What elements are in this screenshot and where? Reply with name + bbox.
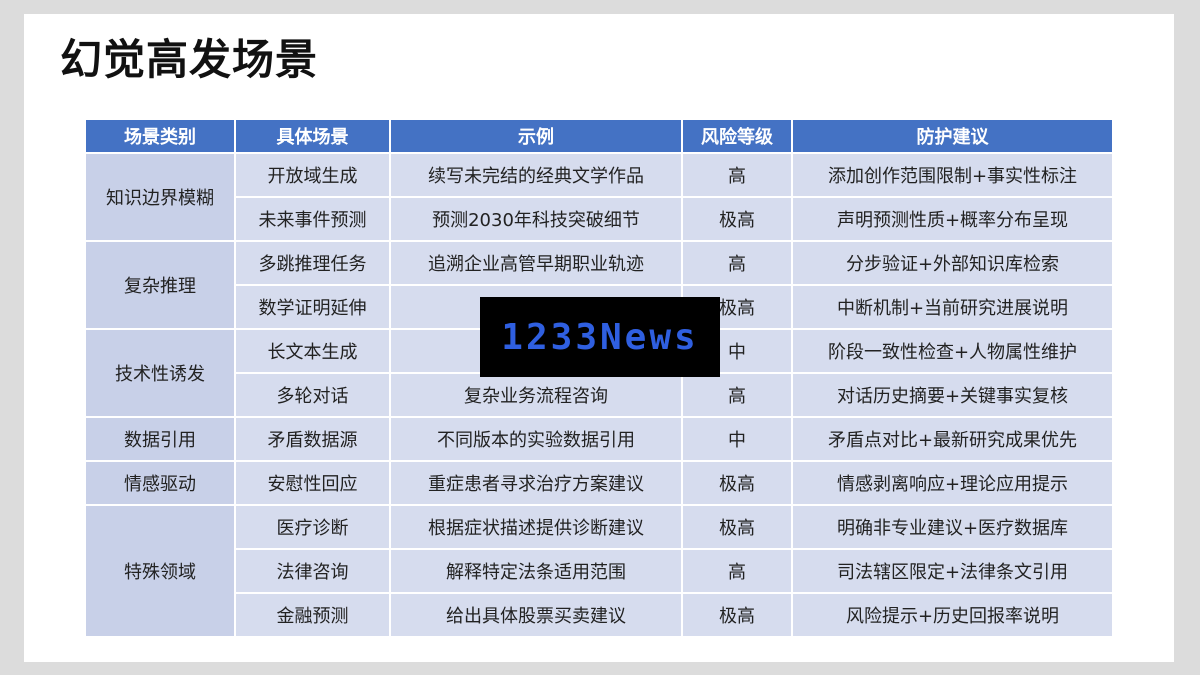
scene-cell: 法律咨询 <box>234 548 391 594</box>
scene-cell: 未来事件预测 <box>234 196 391 242</box>
example-cell: 根据症状描述提供诊断建议 <box>389 504 683 550</box>
hallucination-scenario-table: 场景类别 具体场景 示例 风险等级 防护建议 知识边界模糊 开放域生成 续写未完… <box>84 118 1114 638</box>
example-cell: 重症患者寻求治疗方案建议 <box>389 460 683 506</box>
page-title: 幻觉高发场景 <box>60 35 319 84</box>
advice-cell: 情感剥离响应+理论应用提示 <box>791 460 1114 506</box>
category-cell: 知识边界模糊 <box>84 152 236 242</box>
scene-cell: 数学证明延伸 <box>234 284 391 330</box>
category-cell: 技术性诱发 <box>84 328 236 418</box>
risk-cell: 极高 <box>681 460 793 506</box>
table-header-row: 场景类别 具体场景 示例 风险等级 防护建议 <box>84 118 1114 154</box>
table-row: 未来事件预测 预测2030年科技突破细节 极高 声明预测性质+概率分布呈现 <box>85 196 1114 242</box>
table-row: 复杂推理 多跳推理任务 追溯企业高管早期职业轨迹 高 分步验证+外部知识库检索 <box>84 240 1114 330</box>
table-row: 多轮对话 复杂业务流程咨询 高 对话历史摘要+关键事实复核 <box>85 372 1114 418</box>
category-cell: 情感驱动 <box>84 460 236 506</box>
scene-cell: 安慰性回应 <box>234 460 391 506</box>
advice-cell: 中断机制+当前研究进展说明 <box>791 284 1114 330</box>
header-scene: 具体场景 <box>234 118 391 154</box>
scene-cell: 医疗诊断 <box>234 504 391 550</box>
risk-cell: 高 <box>681 548 793 594</box>
advice-cell: 对话历史摘要+关键事实复核 <box>791 372 1114 418</box>
scene-cell: 矛盾数据源 <box>234 416 391 462</box>
watermark-logo: 1233News <box>480 297 720 377</box>
table-row: 知识边界模糊 开放域生成 续写未完结的经典文学作品 高 添加创作范围限制+事实性… <box>84 152 1114 242</box>
example-cell: 预测2030年科技突破细节 <box>389 196 683 242</box>
example-cell: 不同版本的实验数据引用 <box>389 416 683 462</box>
advice-cell: 添加创作范围限制+事实性标注 <box>791 152 1114 198</box>
risk-cell: 高 <box>681 240 793 286</box>
example-cell: 追溯企业高管早期职业轨迹 <box>389 240 683 286</box>
header-example: 示例 <box>389 118 683 154</box>
advice-cell: 明确非专业建议+医疗数据库 <box>791 504 1114 550</box>
risk-cell: 极高 <box>681 504 793 550</box>
table-row: 法律咨询 解释特定法条适用范围 高 司法辖区限定+法律条文引用 <box>85 548 1114 594</box>
table-row: 数据引用 矛盾数据源 不同版本的实验数据引用 中 矛盾点对比+最新研究成果优先 <box>84 416 1114 462</box>
risk-cell: 中 <box>681 416 793 462</box>
header-advice: 防护建议 <box>791 118 1114 154</box>
example-cell: 续写未完结的经典文学作品 <box>389 152 683 198</box>
advice-cell: 阶段一致性检查+人物属性维护 <box>791 328 1114 374</box>
advice-cell: 分步验证+外部知识库检索 <box>791 240 1114 286</box>
table-row: 特殊领域 医疗诊断 根据症状描述提供诊断建议 极高 明确非专业建议+医疗数据库 <box>84 504 1114 638</box>
example-cell: 给出具体股票买卖建议 <box>389 592 683 638</box>
advice-cell: 司法辖区限定+法律条文引用 <box>791 548 1114 594</box>
header-category: 场景类别 <box>84 118 236 154</box>
risk-cell: 极高 <box>681 592 793 638</box>
scene-cell: 长文本生成 <box>234 328 391 374</box>
table-row: 情感驱动 安慰性回应 重症患者寻求治疗方案建议 极高 情感剥离响应+理论应用提示 <box>84 460 1114 506</box>
advice-cell: 矛盾点对比+最新研究成果优先 <box>791 416 1114 462</box>
advice-cell: 声明预测性质+概率分布呈现 <box>791 196 1114 242</box>
scene-cell: 开放域生成 <box>234 152 391 198</box>
advice-cell: 风险提示+历史回报率说明 <box>791 592 1114 638</box>
header-risk: 风险等级 <box>681 118 793 154</box>
example-cell: 复杂业务流程咨询 <box>389 372 683 418</box>
scene-cell: 多轮对话 <box>234 372 391 418</box>
category-cell: 复杂推理 <box>84 240 236 330</box>
scene-cell: 金融预测 <box>234 592 391 638</box>
risk-cell: 极高 <box>681 196 793 242</box>
example-cell: 解释特定法条适用范围 <box>389 548 683 594</box>
risk-cell: 高 <box>681 152 793 198</box>
category-cell: 数据引用 <box>84 416 236 462</box>
category-cell: 特殊领域 <box>84 504 236 638</box>
scene-cell: 多跳推理任务 <box>234 240 391 286</box>
risk-cell: 高 <box>681 372 793 418</box>
table-row: 金融预测 给出具体股票买卖建议 极高 风险提示+历史回报率说明 <box>85 592 1114 638</box>
